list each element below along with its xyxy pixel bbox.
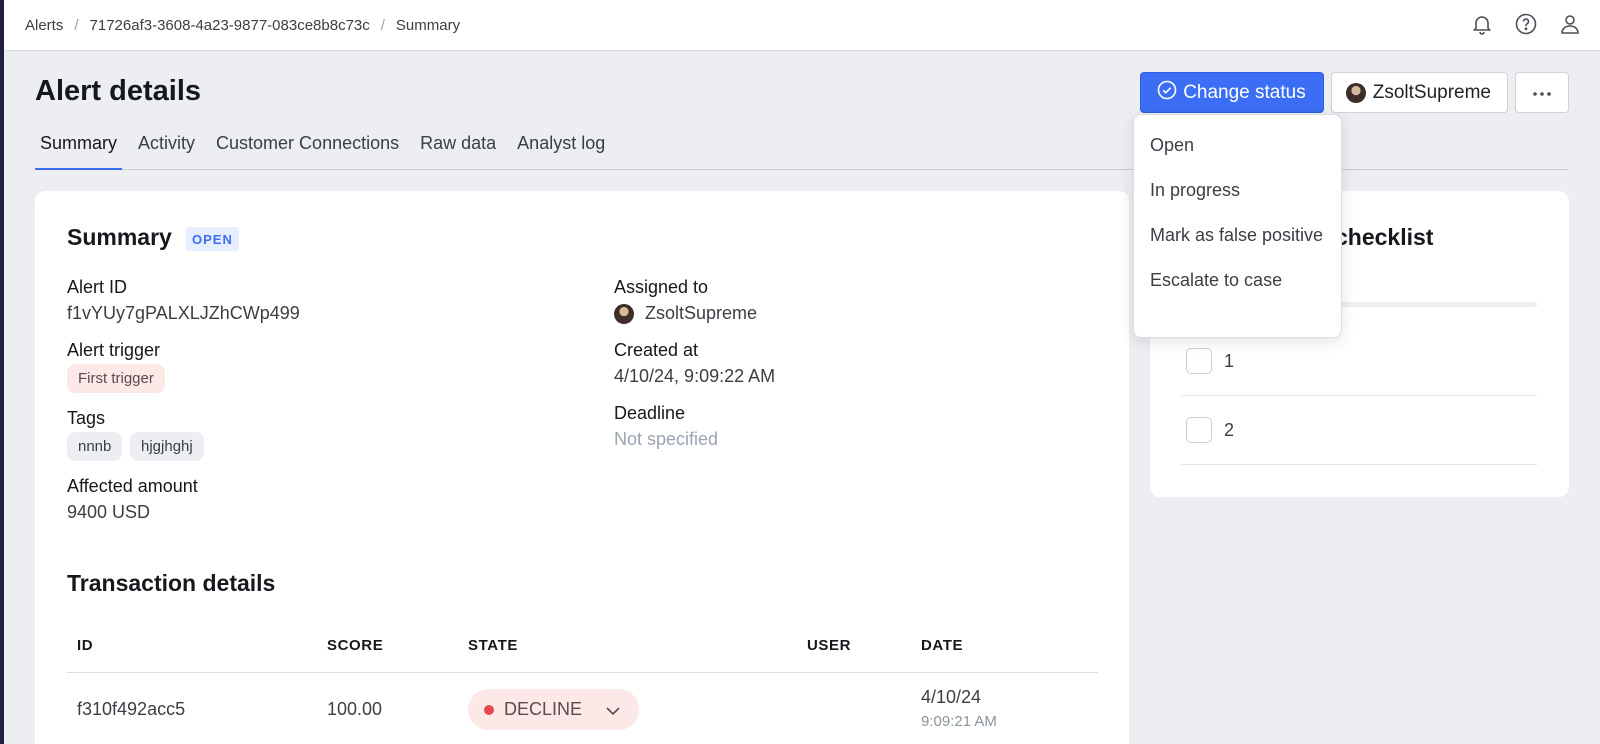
deadline-value: Not specified xyxy=(614,429,719,449)
column-header-id: ID xyxy=(77,637,94,654)
alert-trigger-chip: First trigger xyxy=(67,364,165,393)
tab-customer-connections[interactable]: Customer Connections xyxy=(211,126,404,170)
checklist-item-label: 2 xyxy=(1224,419,1235,440)
state-dropdown[interactable]: DECLINE xyxy=(468,689,639,730)
help-icon[interactable] xyxy=(1514,12,1538,36)
table-row[interactable]: f310f492acc5 100.00 DECLINE 4/10/24 9:09… xyxy=(67,673,1098,744)
checklist-item-label: 1 xyxy=(1224,350,1235,371)
tags-label: Tags xyxy=(67,408,106,428)
tab-raw-data[interactable]: Raw data xyxy=(415,126,501,170)
tag-chip: nnnb xyxy=(67,432,123,461)
status-option-false-positive[interactable]: Mark as false positive xyxy=(1134,212,1341,257)
alert-trigger-label: Alert trigger xyxy=(67,340,161,360)
breadcrumb-alert-id[interactable]: 71726af3-3608-4a23-9877-083ce8b8c73c xyxy=(90,17,370,34)
transaction-details-title: Transaction details xyxy=(67,570,276,596)
top-bar: Alerts / 71726af3-3608-4a23-9877-083ce8b… xyxy=(4,0,1600,51)
header-actions: Change status ZsoltSupreme xyxy=(1140,72,1569,113)
ellipsis-icon xyxy=(1532,84,1552,102)
change-status-button[interactable]: Change status xyxy=(1140,72,1324,113)
breadcrumb-separator: / xyxy=(74,16,79,34)
status-badge: OPEN xyxy=(186,227,239,251)
user-icon[interactable] xyxy=(1558,12,1582,36)
alert-id-label: Alert ID xyxy=(67,277,128,297)
transactions-table: ID SCORE STATE USER DATE f310f492acc5 10… xyxy=(67,622,1098,744)
column-header-date: DATE xyxy=(921,637,964,654)
assignee-button-label: ZsoltSupreme xyxy=(1372,81,1491,103)
avatar xyxy=(1345,82,1366,103)
assigned-to-label: Assigned to xyxy=(614,277,709,297)
check-circle-icon xyxy=(1157,80,1177,106)
assigned-to-value: ZsoltSupreme xyxy=(614,303,757,324)
breadcrumb-separator: / xyxy=(380,16,385,34)
affected-amount-value: 9400 USD xyxy=(67,502,151,522)
alert-id-value: f1vYUy7gPALXLJZhCWp499 xyxy=(67,303,300,323)
assigned-to-name: ZsoltSupreme xyxy=(645,303,758,323)
column-header-state: STATE xyxy=(468,637,518,654)
breadcrumb-summary: Summary xyxy=(395,16,461,34)
status-option-in-progress[interactable]: In progress xyxy=(1134,167,1341,212)
status-option-open[interactable]: Open xyxy=(1134,123,1341,167)
column-header-score: SCORE xyxy=(327,637,384,654)
created-at-value: 4/10/24, 9:09:22 AM xyxy=(614,366,776,386)
assignee-button[interactable]: ZsoltSupreme xyxy=(1330,72,1508,113)
status-menu: Open In progress Mark as false positive … xyxy=(1133,114,1342,338)
more-button[interactable] xyxy=(1515,72,1569,113)
page-title: Alert details xyxy=(35,75,201,107)
summary-title: Summary xyxy=(67,224,172,250)
status-option-escalate[interactable]: Escalate to case xyxy=(1134,257,1341,302)
column-header-user: USER xyxy=(807,637,852,654)
state-value: DECLINE xyxy=(504,699,583,719)
status-dot-icon xyxy=(484,704,494,715)
checkbox[interactable] xyxy=(1186,348,1212,374)
tab-activity[interactable]: Activity xyxy=(133,126,200,170)
avatar xyxy=(614,303,634,324)
tab-analyst-log[interactable]: Analyst log xyxy=(512,126,610,170)
cell-time: 9:09:21 AM xyxy=(921,713,997,730)
checklist-title: checklist xyxy=(1335,224,1434,250)
deadline-label: Deadline xyxy=(614,403,686,423)
table-header: ID SCORE STATE USER DATE xyxy=(67,622,1098,673)
breadcrumb: Alerts / 71726af3-3608-4a23-9877-083ce8b… xyxy=(25,17,460,34)
cell-score: 100.00 xyxy=(327,699,383,719)
affected-amount-label: Affected amount xyxy=(67,476,198,496)
breadcrumb-alerts[interactable]: Alerts xyxy=(25,17,63,34)
tab-summary[interactable]: Summary xyxy=(35,126,123,170)
tag-chip: hjgjhghj xyxy=(130,432,204,461)
chevron-down-icon xyxy=(606,699,620,720)
left-rail xyxy=(0,0,4,744)
checkbox[interactable] xyxy=(1186,417,1212,443)
top-icons xyxy=(1470,12,1582,36)
cell-id: f310f492acc5 xyxy=(77,699,186,719)
checklist-item[interactable]: 2 xyxy=(1181,396,1537,465)
change-status-label: Change status xyxy=(1183,81,1306,103)
bell-icon[interactable] xyxy=(1470,12,1494,36)
created-at-label: Created at xyxy=(614,340,699,360)
cell-date: 4/10/24 xyxy=(921,687,982,707)
